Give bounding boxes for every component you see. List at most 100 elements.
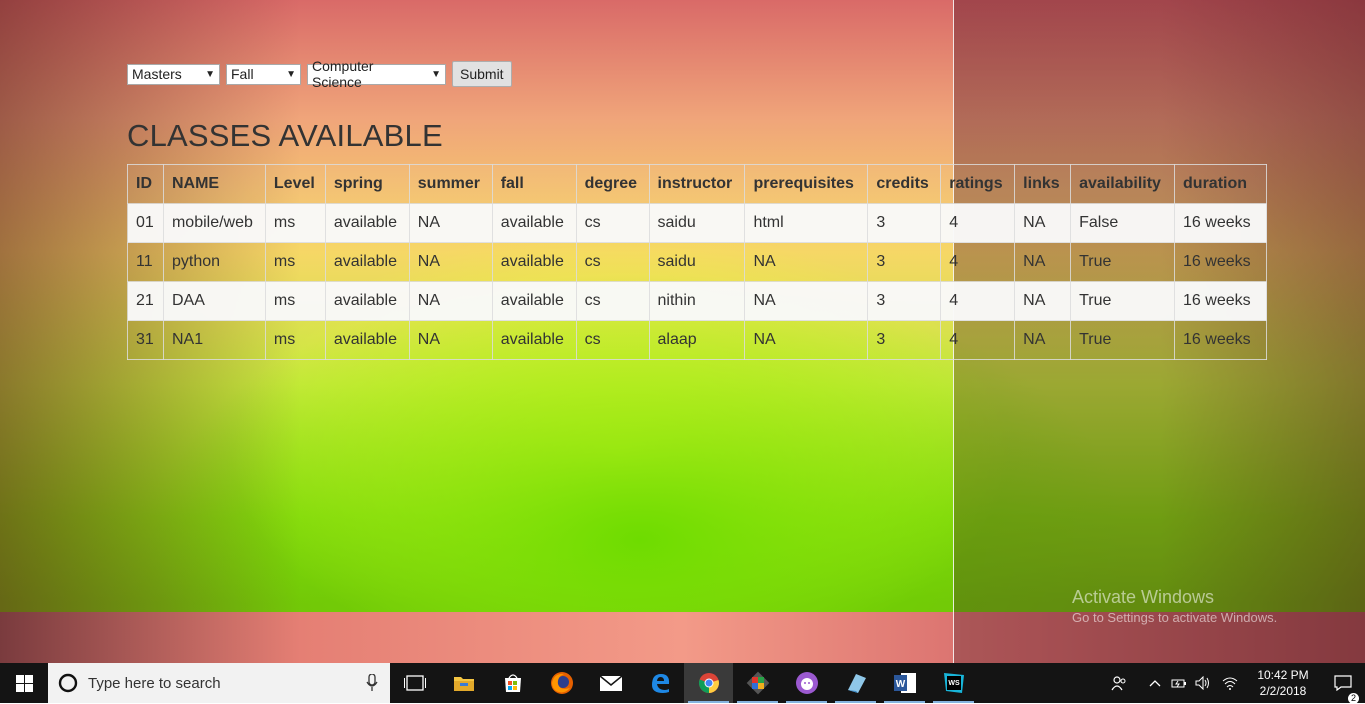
volume-icon[interactable] [1191,663,1215,703]
cell-spring: available [324,242,410,282]
column-header-summer: summer [408,164,493,204]
cell-availability: True [1070,320,1176,360]
cell-links: NA [1014,242,1072,282]
cell-credits: 3 [867,242,942,282]
notepad-icon[interactable] [831,663,880,703]
cell-links: NA [1014,203,1072,243]
cell-instructor: saidu [648,242,746,282]
clock-time: 10:42 PM [1257,668,1309,682]
git-icon[interactable] [733,663,782,703]
action-center-icon[interactable]: 2 [1321,675,1365,704]
cell-availability: True [1070,281,1176,321]
cell-prerequisites: html [744,203,869,243]
cell-availability: True [1070,242,1176,282]
wifi-icon[interactable] [1215,663,1245,703]
cell-ratings: 4 [940,320,1016,360]
table-row: 21 DAA ms available NA available cs nith… [127,281,1267,321]
classes-table: ID NAME Level spring summer fall degree … [127,164,1267,360]
column-header-name: NAME [162,164,266,204]
edge-icon[interactable] [635,663,684,703]
word-icon[interactable]: W [880,663,929,703]
cortana-icon [58,673,78,693]
cell-name: python [162,242,266,282]
battery-icon[interactable] [1167,663,1191,703]
firefox-icon[interactable] [537,663,586,703]
task-view-icon[interactable] [390,663,439,703]
term-select[interactable]: Fall ▼ [226,63,301,85]
cell-prerequisites: NA [744,281,869,321]
cell-name: mobile/web [162,203,266,243]
activate-windows-watermark: Activate Windows Go to Settings to activ… [1072,587,1277,625]
filter-form: Masters ▼ Fall ▼ Computer Science ▼ Subm… [127,58,512,90]
cell-fall: available [491,203,577,243]
cell-id: 31 [127,320,164,360]
dropdown-arrow-icon: ▼ [431,68,441,80]
cell-degree: cs [575,281,650,321]
chevron-up-icon[interactable] [1143,663,1167,703]
watermark-subtitle: Go to Settings to activate Windows. [1072,610,1278,625]
cell-name: DAA [162,281,266,321]
cell-prerequisites: NA [744,242,869,282]
cell-duration: 16 weeks [1174,242,1267,282]
cell-spring: available [324,203,410,243]
cell-summer: NA [408,242,493,282]
table-row: 31 NA1 ms available NA available cs alaa… [127,320,1267,360]
table-header-row: ID NAME Level spring summer fall degree … [127,164,1267,204]
column-header-credits: credits [867,164,942,204]
cell-ratings: 4 [940,242,1016,282]
mail-icon[interactable] [586,663,635,703]
cell-spring: available [324,281,410,321]
column-header-prerequisites: prerequisites [744,164,869,204]
notification-count-badge: 2 [1347,693,1359,704]
cell-fall: available [491,281,577,321]
degree-select-value: Masters [132,66,182,82]
cell-duration: 16 weeks [1174,203,1267,243]
cell-duration: 16 weeks [1174,281,1267,321]
cell-credits: 3 [867,320,942,360]
cell-prerequisites: NA [744,320,869,360]
dropdown-arrow-icon: ▼ [286,68,296,80]
cell-summer: NA [408,203,493,243]
start-button[interactable] [0,663,48,703]
cell-summer: NA [408,320,493,360]
system-tray: 10:42 PM 2/2/2018 2 [1095,663,1365,704]
submit-button[interactable]: Submit [452,61,512,87]
clock[interactable]: 10:42 PM 2/2/2018 [1245,667,1321,699]
cell-level: ms [264,203,326,243]
microphone-icon[interactable] [366,674,378,692]
column-header-links: links [1014,164,1072,204]
svg-text:WS: WS [948,680,960,687]
cell-instructor: alaap [648,320,746,360]
taskbar: Type here to search W WS 10:42 PM 2/2/20… [0,663,1365,704]
cell-summer: NA [408,281,493,321]
clock-date: 2/2/2018 [1259,684,1307,698]
webstorm-icon[interactable]: WS [929,663,978,703]
file-explorer-icon[interactable] [439,663,488,703]
cell-level: ms [264,320,326,360]
cell-instructor: nithin [648,281,746,321]
taskbar-search-box[interactable]: Type here to search [48,663,390,703]
cell-id: 01 [127,203,164,243]
github-desktop-icon[interactable] [782,663,831,703]
department-select[interactable]: Computer Science ▼ [307,58,446,90]
watermark-title: Activate Windows [1072,587,1215,607]
column-header-degree: degree [575,164,650,204]
cell-id: 21 [127,281,164,321]
people-icon[interactable] [1095,663,1143,703]
cell-credits: 3 [867,203,942,243]
column-header-level: Level [264,164,326,204]
cell-spring: available [324,320,410,360]
cell-links: NA [1014,281,1072,321]
cell-links: NA [1014,320,1072,360]
degree-select[interactable]: Masters ▼ [127,63,220,85]
cell-credits: 3 [867,281,942,321]
cell-degree: cs [575,203,650,243]
store-icon[interactable] [488,663,537,703]
chrome-icon[interactable] [684,663,733,703]
cell-fall: available [491,242,577,282]
term-select-value: Fall [231,66,254,82]
windows-logo-icon [15,674,33,692]
cell-availability: False [1070,203,1176,243]
cell-ratings: 4 [940,281,1016,321]
svg-text:W: W [895,679,905,690]
